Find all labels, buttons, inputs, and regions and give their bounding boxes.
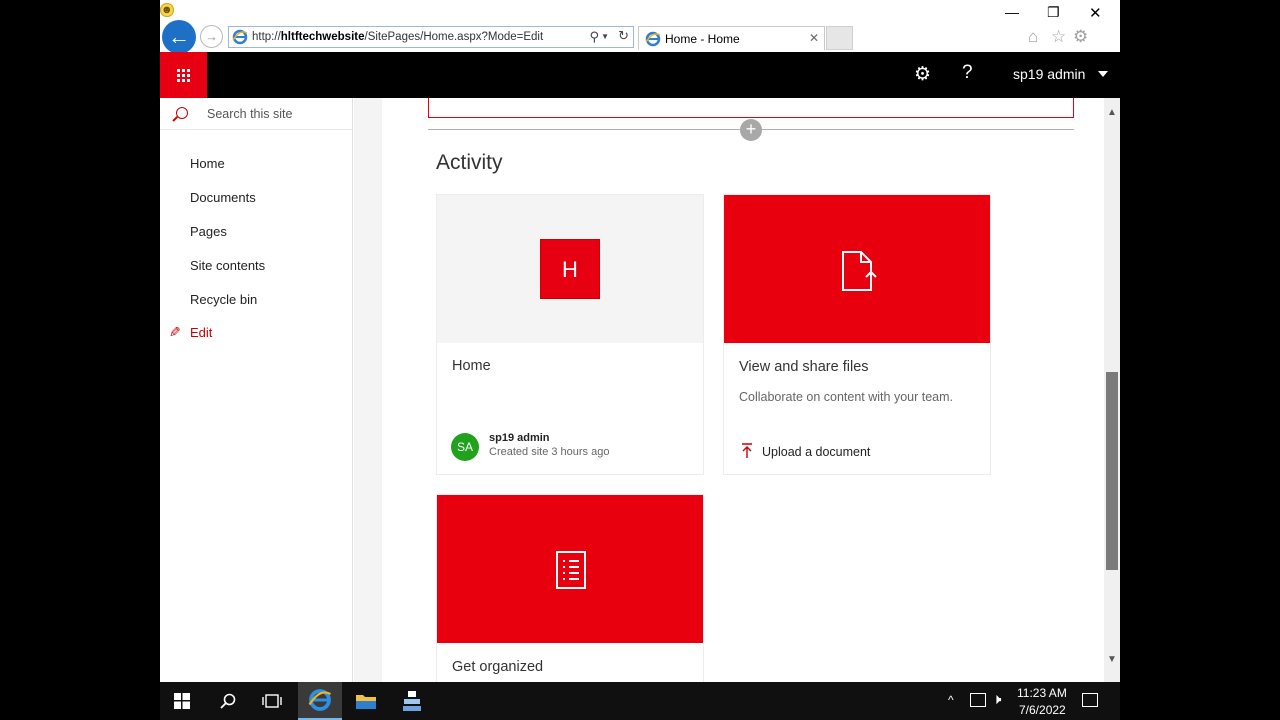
plus-icon: +	[745, 119, 757, 139]
browser-toolbar: ← → http://hltftechwebsite/SitePages/Hom…	[160, 0, 1120, 54]
arrow-left-icon: ←	[168, 24, 190, 49]
task-view-button[interactable]	[250, 682, 294, 720]
scroll-down-icon[interactable]: ▼	[1107, 654, 1117, 665]
forward-button[interactable]: →	[200, 25, 223, 48]
clock-date[interactable]: 7/6/2022	[1019, 703, 1066, 717]
document-upload-icon	[842, 251, 877, 291]
card-title[interactable]: View and share files	[739, 359, 869, 375]
search-input[interactable]: Search this site	[160, 98, 353, 130]
volume-muted-icon[interactable]: 🕨	[992, 691, 1001, 708]
vertical-scrollbar[interactable]: ▲ ▼	[1104, 98, 1120, 682]
user-name[interactable]: sp19 admin	[1013, 66, 1085, 82]
minimize-icon[interactable]: —	[1005, 4, 1019, 20]
new-tab-button[interactable]	[826, 26, 853, 50]
taskbar-search-button[interactable]	[206, 682, 250, 720]
card-preview	[724, 195, 990, 343]
search-icon	[220, 693, 236, 709]
notifications-icon[interactable]	[1082, 693, 1098, 707]
taskbar-server-manager[interactable]	[390, 682, 434, 720]
scroll-thumb[interactable]	[1106, 372, 1118, 570]
nav-item-pages[interactable]: Pages	[190, 224, 227, 239]
url-path: /SitePages/Home.aspx?Mode=Edit	[364, 31, 544, 43]
card-title[interactable]: Home	[452, 358, 491, 374]
taskbar-file-explorer[interactable]	[344, 682, 388, 720]
browser-window: ← → http://hltftechwebsite/SitePages/Hom…	[160, 0, 1120, 682]
nav-item-recycle-bin[interactable]: Recycle bin	[190, 292, 257, 307]
task-view-icon	[262, 694, 282, 708]
restore-icon[interactable]: ❐	[1047, 4, 1060, 21]
search-icon[interactable]: ⚲	[589, 29, 599, 45]
card-meta: Created site 3 hours ago	[489, 446, 610, 458]
activity-card-home[interactable]: H Home SA sp19 admin Created site 3 hour…	[436, 194, 704, 475]
card-title[interactable]: Get organized	[452, 659, 543, 675]
activity-card-files[interactable]: View and share files Collaborate on cont…	[723, 194, 991, 475]
tab-title: Home - Home	[665, 31, 740, 46]
ie-logo-icon	[645, 31, 661, 46]
edit-links-button[interactable]: Edit	[190, 325, 212, 340]
back-button[interactable]: ←	[162, 20, 196, 54]
site-logo-tile: H	[540, 239, 600, 299]
list-icon	[556, 551, 586, 589]
clock-time[interactable]: 11:23 AM	[1017, 686, 1067, 700]
chevron-down-icon[interactable]	[1098, 71, 1108, 77]
close-icon[interactable]: ✕	[809, 31, 819, 45]
url-prefix: http://	[252, 31, 281, 43]
search-icon	[176, 107, 188, 119]
activity-heading: Activity	[436, 151, 503, 174]
help-icon[interactable]: ?	[962, 62, 973, 84]
page-canvas: + Activity H Home SA sp19 admin Created …	[382, 98, 1104, 682]
add-section-button[interactable]: +	[740, 119, 762, 141]
chevron-down-icon[interactable]: ▼	[601, 32, 609, 41]
nav-item-site-contents[interactable]: Site contents	[190, 258, 265, 273]
activity-card-organize[interactable]: Get organized	[436, 494, 704, 682]
star-icon[interactable]: ☆	[1051, 27, 1066, 47]
nav-item-documents[interactable]: Documents	[190, 190, 256, 205]
pencil-icon: ✎	[169, 324, 181, 340]
gear-icon[interactable]: ⚙	[1073, 27, 1088, 47]
search-placeholder: Search this site	[207, 107, 293, 121]
refresh-icon[interactable]: ↻	[618, 28, 629, 44]
start-button[interactable]	[160, 682, 204, 720]
avatar: SA	[451, 433, 479, 461]
card-preview: H	[437, 195, 703, 343]
server-manager-icon	[403, 691, 421, 711]
selected-webpart-border[interactable]	[428, 98, 1074, 118]
left-navigation: Search this site Home Documents Pages Si…	[160, 98, 353, 682]
network-icon[interactable]	[970, 693, 986, 707]
card-author: sp19 admin	[489, 432, 550, 444]
address-url: http://hltftechwebsite/SitePages/Home.as…	[252, 31, 543, 43]
arrow-right-icon: →	[205, 29, 218, 44]
folder-icon	[356, 695, 376, 709]
settings-gear-icon[interactable]: ⚙	[914, 63, 931, 86]
url-host: hltftechwebsite	[280, 31, 365, 43]
nav-item-home[interactable]: Home	[190, 156, 225, 171]
upload-icon	[742, 443, 752, 458]
card-preview	[437, 495, 703, 643]
app-launcher-icon[interactable]	[160, 52, 207, 98]
ie-logo-icon	[232, 29, 248, 45]
scroll-up-icon[interactable]: ▲	[1107, 107, 1117, 118]
close-window-icon[interactable]: ✕	[1089, 4, 1102, 22]
browser-tab-home[interactable]: Home - Home ✕	[638, 26, 825, 50]
chevron-up-icon[interactable]: ^	[948, 693, 954, 707]
windows-logo-icon	[174, 693, 190, 709]
home-icon[interactable]: ⌂	[1028, 27, 1038, 47]
page-gutter	[354, 98, 382, 682]
upload-document-link[interactable]: Upload a document	[762, 445, 870, 459]
desktop: ← → http://hltftechwebsite/SitePages/Hom…	[0, 0, 1280, 720]
taskbar: ^ 🕨 11:23 AM 7/6/2022	[160, 682, 1120, 720]
ie-logo-icon	[308, 689, 332, 711]
address-bar[interactable]: http://hltftechwebsite/SitePages/Home.as…	[228, 26, 634, 48]
card-description: Collaborate on content with your team.	[739, 390, 954, 404]
smiley-icon[interactable]: ☻	[160, 3, 174, 17]
taskbar-internet-explorer[interactable]	[298, 682, 342, 720]
suite-bar: ⚙ ? sp19 admin	[160, 52, 1120, 98]
